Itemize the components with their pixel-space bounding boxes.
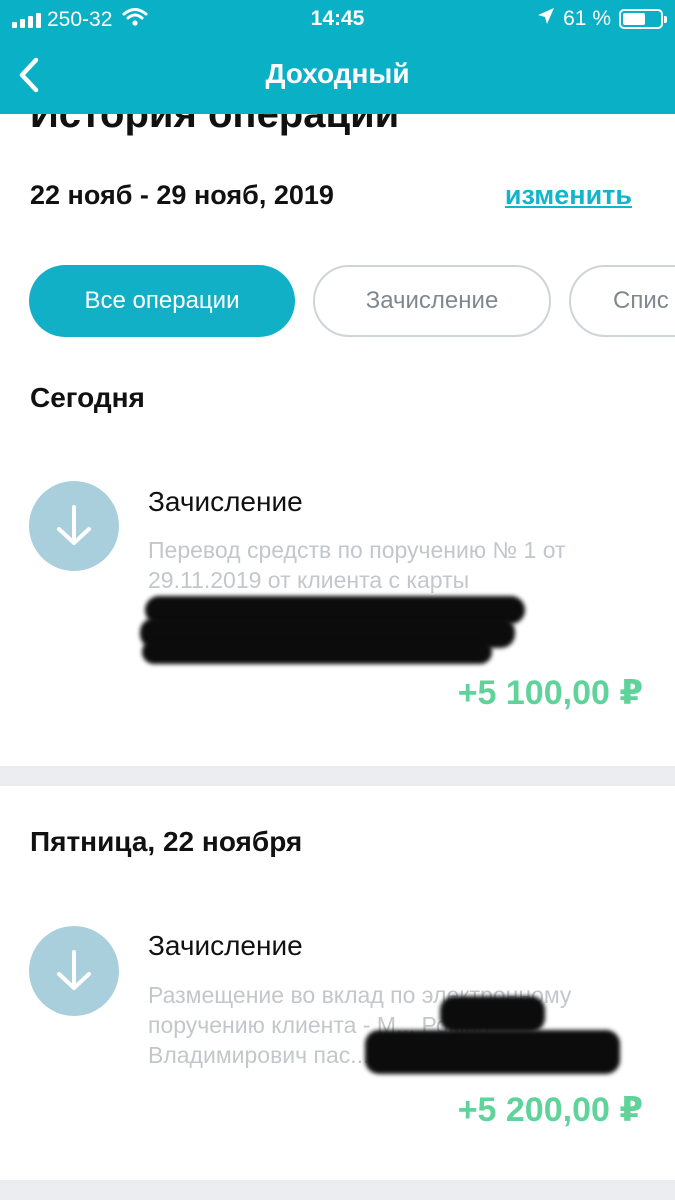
filter-chips: Все операции Зачисление Спис: [29, 265, 675, 337]
nav-bar: Доходный: [0, 40, 675, 114]
group-title-today: Сегодня: [30, 382, 145, 413]
redaction-mark: [142, 640, 492, 664]
nav-title: Доходный: [265, 58, 410, 89]
operation-amount: +5 100,00 ₽: [457, 674, 643, 712]
filter-credit[interactable]: Зачисление: [313, 265, 551, 337]
filter-all[interactable]: Все операции: [29, 265, 295, 337]
group-title-friday: Пятница, 22 ноября: [30, 826, 303, 857]
operation-type: Зачисление: [148, 930, 303, 961]
location-icon: [537, 7, 555, 31]
change-period-link[interactable]: изменить: [505, 180, 632, 211]
redaction-mark: [440, 996, 545, 1032]
arrow-down-icon: [29, 481, 119, 571]
operation-type: Зачисление: [148, 486, 303, 517]
status-bar: 250-32 14:45 61 %: [0, 0, 675, 40]
operation-description: Перевод средств по поручению № 1 от 29.1…: [148, 537, 566, 593]
arrow-down-icon: [29, 926, 119, 1016]
redaction-mark: [365, 1030, 620, 1074]
group-separator: [0, 766, 675, 786]
filter-debit[interactable]: Спис: [569, 265, 675, 337]
battery-percent: 61 %: [563, 7, 611, 30]
battery-icon: [619, 9, 667, 29]
period-range: 22 нояб - 29 нояб, 2019: [30, 180, 334, 210]
group-separator: [0, 1180, 675, 1200]
app-header: 250-32 14:45 61 % Доходный: [0, 0, 675, 114]
operation-amount: +5 200,00 ₽: [457, 1091, 643, 1129]
